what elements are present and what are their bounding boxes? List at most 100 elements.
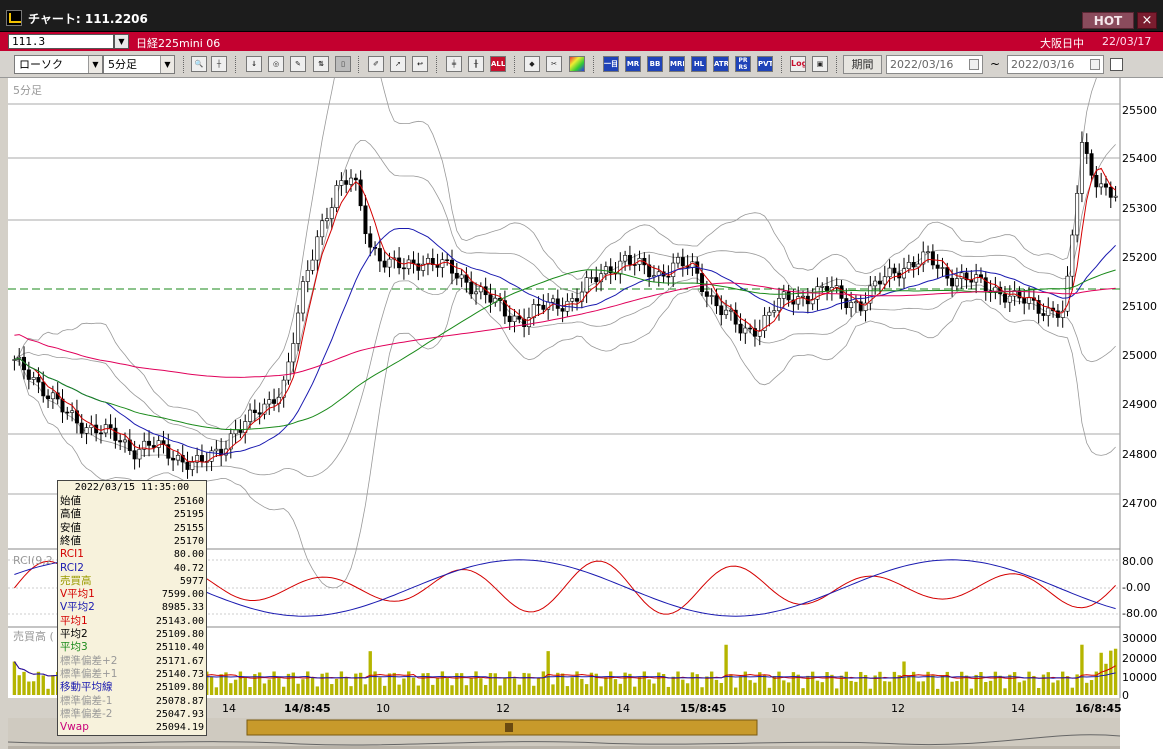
pr-button[interactable]: PR RS <box>735 56 751 72</box>
all-button[interactable]: ALL <box>490 56 506 72</box>
volume-bar <box>969 688 974 695</box>
volume-bar <box>27 681 31 695</box>
volume-bar <box>791 672 796 695</box>
data-window-row: 始値 25160 <box>60 495 204 508</box>
volume-bar <box>777 671 781 695</box>
chart-icon[interactable]: ◎ <box>268 56 284 72</box>
date-from-field[interactable]: 2022/03/16 <box>886 55 983 74</box>
wrench-icon[interactable]: ✂ <box>546 56 562 72</box>
scroll-thumb[interactable] <box>246 719 758 736</box>
rci-axis-label: -80.00 <box>1122 607 1158 620</box>
candle <box>233 429 238 435</box>
volume-bar <box>613 679 618 695</box>
price-axis-label: 25500 <box>1122 104 1157 117</box>
candle <box>801 295 806 298</box>
pvt-button[interactable]: PVT <box>757 56 773 72</box>
volume-bar <box>1104 663 1108 695</box>
mre-button[interactable]: MRE <box>669 56 685 72</box>
candle <box>882 276 887 285</box>
volume-bar <box>666 686 671 695</box>
volume-bar <box>1085 682 1089 695</box>
volume-bar <box>277 676 281 695</box>
volume-bar <box>1027 671 1031 695</box>
pen-icon[interactable]: ✐ <box>368 56 384 72</box>
volume-bar <box>608 671 613 695</box>
volume-bar <box>382 685 387 695</box>
zoom-icon[interactable]: 🔍 <box>191 56 207 72</box>
volume-bar <box>306 671 310 695</box>
volume-bar <box>738 676 743 695</box>
price-axis-label: 24900 <box>1122 398 1157 411</box>
volume-bar <box>532 685 536 695</box>
bb-button[interactable]: BB <box>647 56 663 72</box>
atr-button[interactable]: ATR <box>713 56 729 72</box>
volume-bar <box>748 680 752 695</box>
interval-select[interactable]: 5分足 ▼ <box>103 55 175 74</box>
range-checkbox[interactable] <box>1110 58 1123 71</box>
chart2-icon[interactable]: ⇅ <box>313 56 329 72</box>
mr-button[interactable]: MR <box>625 56 641 72</box>
candle <box>700 273 705 292</box>
data-window-value: 80.00 <box>173 549 204 561</box>
volume-bar <box>435 678 440 695</box>
symbol-dropdown-icon[interactable]: ▼ <box>114 34 129 49</box>
candle <box>728 309 733 312</box>
volume-bar <box>604 677 608 695</box>
candle <box>627 255 632 265</box>
period-button[interactable]: 期間 <box>843 55 882 74</box>
volume-bar <box>815 680 820 695</box>
ichimoku-icon[interactable]: 一目 <box>603 56 619 72</box>
candle <box>248 409 253 422</box>
date-to-field[interactable]: 2022/03/16 <box>1007 55 1104 74</box>
data-window-row: 標準偏差-2 25047.93 <box>60 708 204 721</box>
volume-bar <box>1003 688 1007 695</box>
candle <box>416 263 421 271</box>
candle <box>926 251 931 254</box>
data-window-value: 25143.00 <box>155 615 204 627</box>
candle <box>320 220 325 238</box>
data-window-key: RCI1 <box>60 548 84 561</box>
hl-button[interactable]: HL <box>691 56 707 72</box>
paint-icon[interactable]: ◆ <box>524 56 540 72</box>
candle-icon[interactable]: ╪ <box>446 56 462 72</box>
candle <box>1084 142 1089 154</box>
candle <box>46 395 51 400</box>
data-window-value: 25109.80 <box>155 629 204 640</box>
volume-bar <box>964 675 969 695</box>
candle <box>454 272 459 279</box>
volume-bar <box>633 686 637 695</box>
calendar-icon[interactable] <box>1090 59 1100 70</box>
close-button[interactable]: × <box>1137 12 1157 29</box>
ohlc-icon[interactable]: ╫ <box>468 56 484 72</box>
symbol-name: 日経225mini 06 <box>136 37 221 50</box>
chart-type-select[interactable]: ローソク ▼ <box>14 55 103 74</box>
candle <box>1046 307 1051 316</box>
data-window-key: 売買高 <box>60 574 92 587</box>
calendar-icon[interactable] <box>969 59 979 70</box>
volume-bar <box>580 678 584 695</box>
arrow-icon[interactable]: ↩ <box>412 56 428 72</box>
candle <box>1089 153 1094 176</box>
cursor-icon[interactable]: ➚ <box>390 56 406 72</box>
data-window-key: 標準偏差-1 <box>60 694 113 707</box>
tool-icon[interactable]: ✎ <box>290 56 306 72</box>
hot-button[interactable]: HOT <box>1082 12 1134 29</box>
color-icon[interactable] <box>569 56 585 72</box>
volume-bar <box>248 687 252 695</box>
crosshair-icon[interactable]: ┼ <box>211 56 227 72</box>
volume-bar <box>243 676 247 695</box>
volume-bar <box>1089 680 1094 695</box>
draw-icon[interactable]: ↓ <box>246 56 262 72</box>
volume-bar <box>1113 648 1118 695</box>
candle <box>329 207 334 219</box>
volume-bar <box>315 686 320 695</box>
candle <box>123 439 127 443</box>
print-icon[interactable]: ▣ <box>812 56 828 72</box>
volume-bar <box>810 671 815 695</box>
candle <box>954 278 959 287</box>
volume-bar <box>330 684 334 695</box>
volume-bar <box>411 677 416 695</box>
volume-bar <box>349 686 353 695</box>
symbol-code-input[interactable]: 111.3 <box>8 34 114 49</box>
log-button[interactable]: Log <box>790 56 806 72</box>
